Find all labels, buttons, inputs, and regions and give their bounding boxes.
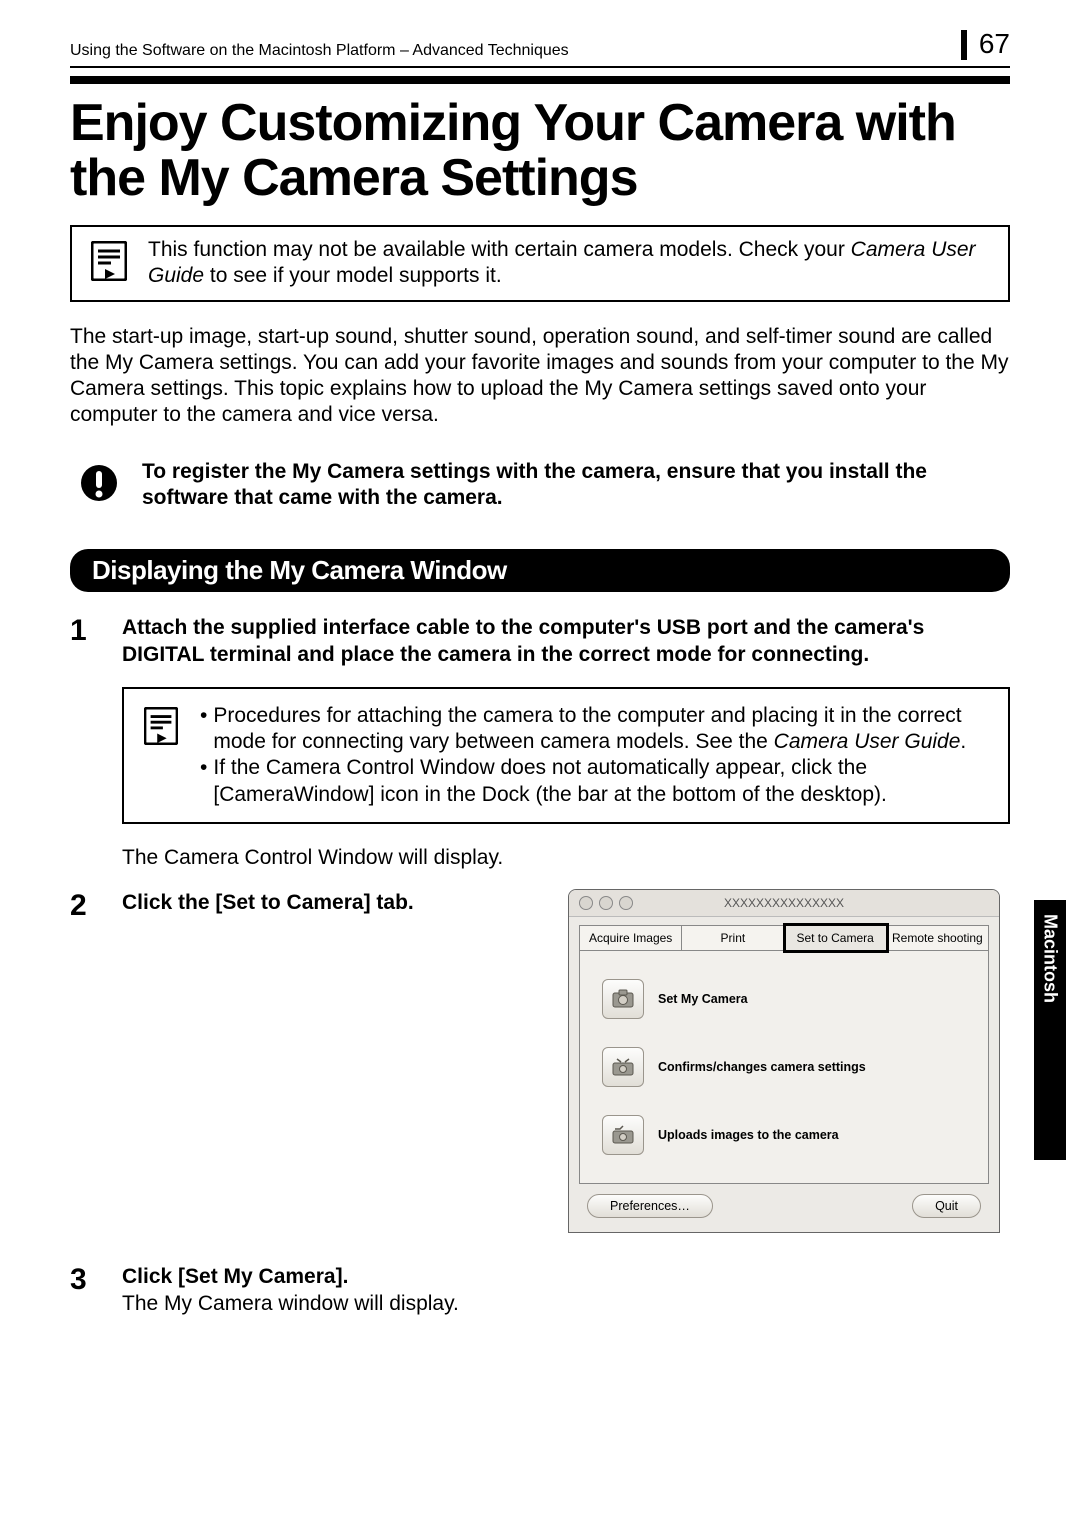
preferences-button[interactable]: Preferences… bbox=[587, 1194, 713, 1218]
intro-paragraph: The start-up image, start-up sound, shut… bbox=[70, 324, 1010, 429]
bullet-2: • If the Camera Control Window does not … bbox=[200, 755, 992, 808]
info-callout-2-list: • Procedures for attaching the camera to… bbox=[200, 703, 992, 808]
horizontal-rule bbox=[70, 76, 1010, 84]
item-upload-images: Uploads images to the camera bbox=[602, 1101, 970, 1169]
note1-part-c: to see if your model supports it. bbox=[204, 264, 502, 287]
tab-set-to-camera[interactable]: Set to Camera bbox=[785, 925, 887, 951]
step-3-bold: Click [Set My Camera]. bbox=[122, 1265, 348, 1288]
bullet-1-guide-ref: Camera User Guide bbox=[774, 730, 961, 753]
step-2-text: Click the [Set to Camera] tab. bbox=[122, 889, 544, 916]
set-my-camera-button[interactable] bbox=[602, 979, 644, 1019]
item-confirm-settings: Confirms/changes camera settings bbox=[602, 1033, 970, 1101]
quit-button[interactable]: Quit bbox=[912, 1194, 981, 1218]
set-my-camera-label: Set My Camera bbox=[658, 992, 748, 1006]
page-title: Enjoy Customizing Your Camera with the M… bbox=[70, 96, 1010, 205]
window-title: XXXXXXXXXXXXXXX bbox=[569, 896, 999, 910]
step-1-number: 1 bbox=[70, 614, 98, 646]
upload-images-label: Uploads images to the camera bbox=[658, 1128, 839, 1142]
warning-text: To register the My Camera settings with … bbox=[142, 459, 1002, 512]
side-tab-macintosh: Macintosh bbox=[1034, 900, 1066, 1160]
upload-images-button[interactable] bbox=[602, 1115, 644, 1155]
confirm-settings-button[interactable] bbox=[602, 1047, 644, 1087]
tab-acquire-images[interactable]: Acquire Images bbox=[579, 925, 682, 951]
warning-icon bbox=[78, 459, 120, 503]
info-callout-text: This function may not be available with … bbox=[148, 237, 992, 290]
window-titlebar: XXXXXXXXXXXXXXX bbox=[569, 890, 999, 917]
bullet-1-c: . bbox=[960, 730, 966, 753]
window-body: Set My Camera Confirms/changes camera se… bbox=[579, 951, 989, 1184]
camera-control-window: XXXXXXXXXXXXXXX Acquire Images Print Set… bbox=[568, 889, 1000, 1233]
info-callout-2: • Procedures for attaching the camera to… bbox=[122, 687, 1010, 824]
bullet-1: • Procedures for attaching the camera to… bbox=[200, 703, 992, 756]
tab-print[interactable]: Print bbox=[682, 925, 784, 951]
breadcrumb: Using the Software on the Macintosh Plat… bbox=[70, 42, 569, 60]
step-3-number: 3 bbox=[70, 1263, 98, 1295]
step-3: 3 Click [Set My Camera]. The My Camera w… bbox=[70, 1263, 1010, 1318]
info-callout-1: This function may not be available with … bbox=[70, 225, 1010, 302]
step-2-number: 2 bbox=[70, 889, 98, 921]
warning-row: To register the My Camera settings with … bbox=[70, 451, 1010, 520]
window-footer: Preferences… Quit bbox=[569, 1184, 999, 1232]
note1-part-a: This function may not be available with … bbox=[148, 238, 851, 261]
item-set-my-camera: Set My Camera bbox=[602, 965, 970, 1033]
page-header: Using the Software on the Macintosh Plat… bbox=[70, 30, 1010, 68]
step-1: 1 Attach the supplied interface cable to… bbox=[70, 614, 1010, 669]
step-2: 2 Click the [Set to Camera] tab. bbox=[70, 889, 544, 921]
step-3-result: The My Camera window will display. bbox=[122, 1292, 459, 1315]
step-1-result: The Camera Control Window will display. bbox=[122, 844, 1010, 871]
tab-remote-shooting[interactable]: Remote shooting bbox=[887, 925, 989, 951]
bullet-2-text: If the Camera Control Window does not au… bbox=[213, 755, 992, 808]
page-number: 67 bbox=[961, 30, 1010, 60]
confirm-settings-label: Confirms/changes camera settings bbox=[658, 1060, 866, 1074]
step-3-body: Click [Set My Camera]. The My Camera win… bbox=[122, 1263, 1010, 1318]
section-heading: Displaying the My Camera Window bbox=[70, 549, 1010, 592]
note-icon bbox=[88, 237, 130, 281]
window-tabs: Acquire Images Print Set to Camera Remot… bbox=[579, 925, 989, 951]
note-icon bbox=[140, 703, 182, 745]
step-1-text: Attach the supplied interface cable to t… bbox=[122, 614, 1010, 669]
